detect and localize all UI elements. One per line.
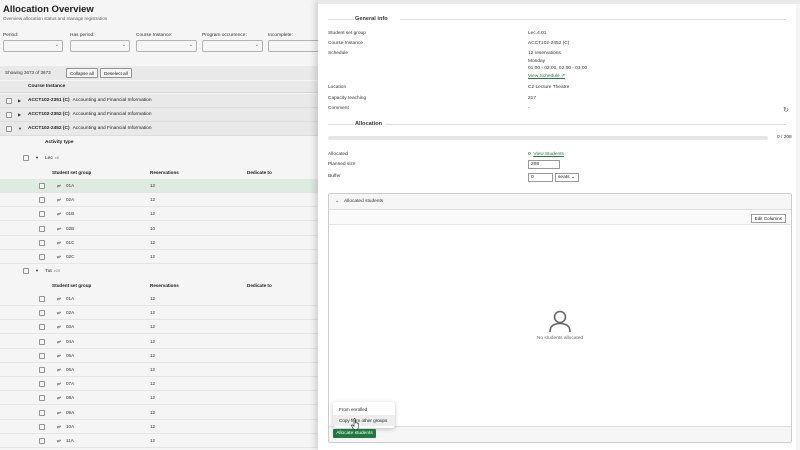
detail-panel: General info Student set group Lec.4.01 …	[318, 0, 800, 450]
general-info-title: General info	[355, 16, 388, 22]
hand-cursor-icon	[351, 418, 359, 430]
info-label: Course Instance	[328, 41, 363, 46]
schedule-times: 01:00 - 02:00, 02:00 - 03:00	[528, 66, 588, 71]
chevron-down-icon: ⌄	[570, 175, 575, 180]
view-students-link[interactable]: View Students	[533, 152, 564, 157]
section-divider	[385, 124, 786, 125]
info-label: Schedule	[328, 51, 349, 56]
schedule-reservations: 12 reservations	[528, 51, 561, 56]
info-value: -	[528, 106, 530, 111]
allocation-progress-text: 0 / 208	[777, 135, 792, 140]
allocate-students-button[interactable]: Allocate students	[333, 429, 376, 438]
section-divider	[400, 19, 786, 20]
allocated-students-header[interactable]: ⌄ Allocated students	[329, 194, 791, 210]
external-link-icon: ↗	[561, 74, 566, 79]
info-label: Location	[328, 85, 347, 90]
edit-columns-button[interactable]: Edit Columns	[750, 214, 786, 223]
view-schedule-link[interactable]: View Schedule ↗	[528, 74, 565, 79]
panel-scrollbar[interactable]	[796, 4, 800, 450]
info-value: Lec.4.01	[528, 31, 547, 36]
panel-top-bar	[318, 0, 800, 4]
info-label: Allocated	[328, 152, 348, 157]
chevron-down-icon: ⌄	[335, 198, 340, 204]
info-value: 217	[528, 96, 537, 101]
info-label: Buffer	[328, 174, 341, 179]
allocated-students-toolbar: Edit Columns	[329, 211, 791, 225]
refresh-icon[interactable]: ↻	[783, 106, 789, 114]
info-label: Comment	[328, 106, 349, 111]
allocated-students-title: Allocated students	[344, 199, 384, 204]
allocated-students-footer	[329, 426, 791, 442]
planned-size-input[interactable]: 208	[528, 160, 560, 169]
allocation-progress-bar	[328, 136, 768, 140]
allocate-menu: From enrolled Copy from other groups	[333, 402, 395, 428]
info-value: C2 Lecture Theatre	[528, 85, 570, 90]
allocated-students-section: ⌄ Allocated students Edit Columns No stu…	[328, 193, 792, 443]
section-divider	[328, 124, 354, 125]
info-label: Student set group	[328, 31, 366, 36]
buffer-unit-label: seats	[558, 175, 570, 180]
buffer-input[interactable]: 0	[528, 173, 553, 182]
allocated-value: 0 View Students	[528, 152, 564, 157]
view-schedule-label: View Schedule	[528, 74, 560, 79]
person-icon	[549, 310, 571, 333]
allocation-title: Allocation	[355, 121, 383, 127]
info-value: ACCT102-2452 (C)	[528, 41, 570, 46]
allocated-count: 0	[528, 152, 531, 157]
schedule-day: Monday	[528, 59, 546, 64]
info-label: Capacity teaching	[328, 96, 367, 101]
menu-item-copy-from-other-groups[interactable]: Copy from other groups	[333, 415, 395, 426]
menu-item-from-enrolled[interactable]: From enrolled	[333, 404, 395, 415]
info-label: Planned size	[328, 162, 356, 167]
section-divider	[328, 19, 354, 20]
empty-state-text: No students allocated	[536, 336, 584, 341]
buffer-unit-select[interactable]: seats ⌄	[555, 173, 579, 182]
